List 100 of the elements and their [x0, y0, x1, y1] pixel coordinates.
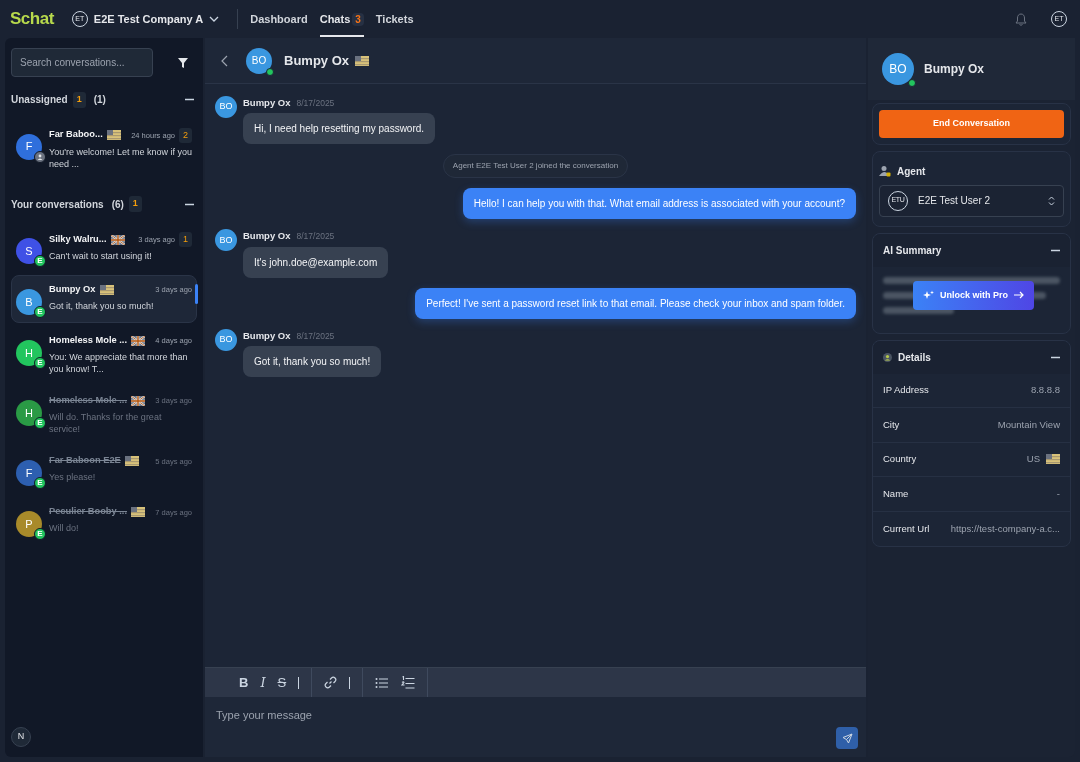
- chevron-down-icon: [209, 16, 220, 22]
- message-preview: Got it, thank you so much!: [49, 299, 155, 312]
- send-icon: [841, 732, 853, 744]
- detail-value: Mountain View: [997, 417, 1060, 432]
- strikethrough-button[interactable]: S: [277, 672, 287, 693]
- back-icon[interactable]: [221, 54, 228, 67]
- contact-name: Bumpy Ox: [924, 61, 984, 78]
- unread-badge: 1: [128, 196, 142, 212]
- uk-flag-icon: [110, 234, 125, 245]
- contact-avatar: BO: [882, 53, 914, 85]
- arrow-right-icon: [1014, 291, 1024, 300]
- sender-name: Bumpy Ox: [243, 96, 291, 110]
- message-date: 8/17/2025: [296, 329, 335, 343]
- detail-label: Current Url: [883, 521, 930, 536]
- message-bubble: It's john.doe@example.com: [243, 246, 389, 278]
- message-bubble: Perfect! I've sent a password reset link to that email. Please check your inbox and spam folder.: [415, 287, 856, 319]
- contact-name: Peculier Booby ...: [49, 505, 127, 519]
- section-title: Unassigned: [11, 93, 68, 108]
- italic-button[interactable]: I: [260, 672, 266, 693]
- card-title: Details: [898, 350, 931, 365]
- app-logo[interactable]: Schat: [10, 6, 54, 32]
- message-bubble: Hello! I can help you with that. What email address is associated with your account?: [462, 188, 856, 220]
- conversation-count: (6): [111, 197, 124, 212]
- link-button[interactable]: [324, 676, 338, 689]
- unread-badge: 1: [179, 231, 192, 248]
- numbered-list-icon: [401, 676, 416, 689]
- status-badge: E: [34, 528, 46, 541]
- detail-value: US: [1026, 452, 1040, 467]
- bullet-list-icon: [375, 676, 390, 689]
- uk-flag-icon: [131, 395, 146, 406]
- status-badge: E: [34, 356, 46, 369]
- contact-name: Bumpy Ox: [49, 282, 96, 296]
- sender-avatar: BO: [215, 229, 237, 252]
- message-preview: You: We appreciate that more than you know! T...: [49, 350, 189, 375]
- detail-value: -: [1056, 486, 1060, 501]
- contact-avatar: BO: [246, 47, 272, 74]
- contact-name: Far Baboon E2E: [49, 454, 121, 468]
- search-field[interactable]: Search conversations...: [11, 48, 153, 77]
- contact-icon: [883, 352, 892, 362]
- message-preview: Will do!: [49, 522, 80, 535]
- sender-name: Bumpy Ox: [243, 328, 291, 343]
- nav-tab[interactable]: Chats 3: [319, 0, 364, 38]
- person-icon: [37, 153, 43, 160]
- contact-name: Homeless Mole ...: [49, 394, 128, 407]
- detail-label: Name: [883, 486, 909, 501]
- company-name: E2E Test Company A: [93, 11, 204, 27]
- message-preview: Yes please!: [49, 471, 97, 484]
- unread-badge: 2: [179, 127, 192, 143]
- system-notice: Agent E2E Test User 2 joined the conversation: [442, 154, 629, 179]
- message-date: 8/17/2025: [296, 97, 335, 110]
- us-flag-icon: [131, 507, 145, 518]
- up-down-chevron-icon: [1048, 195, 1055, 206]
- sender-avatar: BO: [215, 96, 237, 118]
- sparkle-icon: [923, 289, 934, 301]
- message-date: 8/17/2025: [296, 230, 335, 243]
- card-title: Agent: [897, 164, 926, 179]
- status-badge: E: [34, 477, 46, 490]
- contact-name: Silky Walru...: [49, 232, 107, 246]
- us-flag-icon: [1046, 454, 1060, 465]
- message-input[interactable]: Type your message: [205, 697, 866, 757]
- card-title: AI Summary: [883, 243, 942, 258]
- message-preview: Will do. Thanks for the great service!: [49, 410, 163, 436]
- detail-value: https://test-company-a.c...: [950, 521, 1060, 536]
- contact-name: Homeless Mole ...: [49, 333, 128, 347]
- contact-name: Far Baboo...: [49, 128, 103, 142]
- tab-count-badge: 3: [352, 12, 364, 26]
- bell-icon[interactable]: [1015, 12, 1027, 26]
- sender-avatar: BO: [215, 328, 237, 351]
- agent-name: E2E Test User 2: [918, 194, 991, 208]
- send-button[interactable]: [836, 727, 858, 749]
- nav-tab[interactable]: Tickets: [375, 0, 414, 38]
- unread-badge: 1: [72, 92, 86, 108]
- detail-label: IP Address: [883, 383, 929, 398]
- message-bubble: Hi, I need help resetting my password.: [243, 113, 436, 145]
- detail-label: Country: [883, 452, 917, 467]
- message-preview: Can't wait to start using it!: [49, 250, 153, 263]
- message-preview: You're welcome! Let me know if you need ...: [49, 146, 192, 171]
- help-button[interactable]: N: [11, 727, 31, 747]
- us-flag-icon: [355, 55, 369, 66]
- detail-label: City: [883, 417, 900, 432]
- nav-tab[interactable]: Dashboard: [250, 0, 308, 38]
- uk-flag-icon: [131, 335, 146, 346]
- status-badge: E: [34, 417, 46, 429]
- status-badge: E: [34, 305, 46, 318]
- status-badge: E: [34, 254, 46, 267]
- unlock-pro-button[interactable]: Unlock with Pro: [913, 280, 1034, 310]
- bold-button[interactable]: B: [239, 672, 249, 693]
- numbered-list-button[interactable]: [401, 676, 416, 689]
- us-flag-icon: [124, 456, 139, 467]
- link-icon: [324, 676, 338, 689]
- us-flag-icon: [106, 130, 121, 141]
- detail-value: 8.8.8.8: [1030, 383, 1060, 398]
- sender-name: Bumpy Ox: [243, 229, 291, 244]
- section-title: Your conversations: [11, 197, 104, 212]
- filter-icon[interactable]: [177, 56, 189, 69]
- selection-indicator: [195, 283, 198, 304]
- bullet-list-button[interactable]: [375, 676, 390, 689]
- contact-name: Bumpy Ox: [284, 51, 349, 70]
- message-bubble: Got it, thank you so much!: [243, 345, 382, 377]
- conversation-count: (1): [93, 93, 106, 108]
